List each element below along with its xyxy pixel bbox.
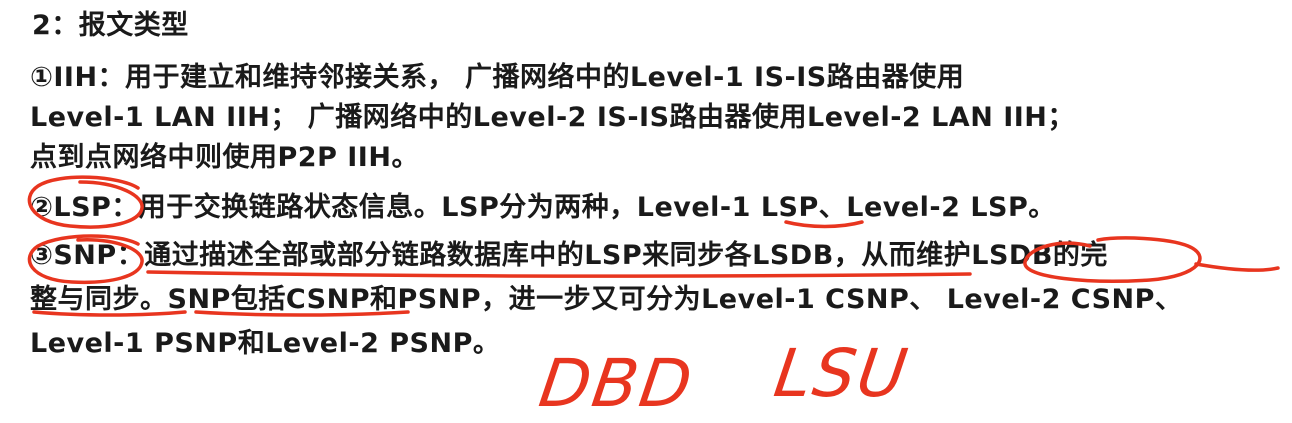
text-line-lsp: ②LSP：用于交换链路状态信息。LSP分为两种，Level-1 LSP、Leve… bbox=[30, 192, 1056, 223]
underline-wanzheng bbox=[1194, 262, 1280, 272]
text-line-iih-3: 点到点网络中则使用P2P IIH。 bbox=[30, 142, 419, 173]
text-line-snp-2: 整与同步。SNP包括CSNP和PSNP，进一步又可分为Level-1 CSNP、… bbox=[30, 284, 1183, 315]
handwritten-dbd: DBD bbox=[534, 345, 699, 422]
text-line-snp-1: ③SNP：通过描述全部或部分链路数据库中的LSP来同步各LSDB，从而维护LSD… bbox=[30, 240, 1108, 271]
section-title: 2：报文类型 bbox=[32, 10, 189, 41]
text-line-iih-1: ①IIH：用于建立和维持邻接关系， 广播网络中的Level-1 IS-IS路由器… bbox=[30, 62, 965, 93]
text-line-snp-3: Level-1 PSNP和Level-2 PSNP。 bbox=[30, 328, 501, 359]
document-page: 2：报文类型 ①IIH：用于建立和维持邻接关系， 广播网络中的Level-1 I… bbox=[0, 0, 1292, 423]
text-line-iih-2: Level-1 LAN IIH； 广播网络中的Level-2 IS-IS路由器使… bbox=[30, 102, 1075, 133]
handwritten-lsu: LSU bbox=[769, 335, 914, 412]
